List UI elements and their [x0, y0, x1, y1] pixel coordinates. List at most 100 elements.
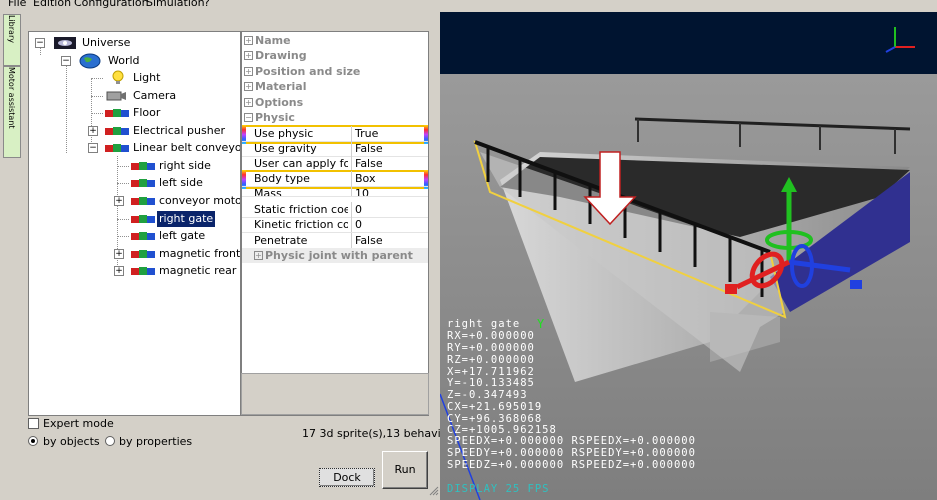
prop-value[interactable]: False [351, 141, 427, 156]
collapse-icon[interactable]: − [35, 38, 45, 48]
hud-line: RY=+0.000000 [447, 342, 535, 354]
prop-mass[interactable]: Mass 10 [242, 186, 428, 197]
prop-value[interactable]: False [351, 156, 427, 171]
tree-item-right-gate[interactable]: right gate [29, 211, 239, 227]
property-description-box [241, 373, 429, 415]
prop-static-friction[interactable]: Static friction coeffic0 [242, 202, 428, 218]
tab-library[interactable]: Library [3, 14, 21, 66]
menu-help[interactable]: ? [204, 0, 210, 9]
prop-value[interactable]: True [351, 126, 427, 141]
object-icon [105, 127, 129, 135]
category-material[interactable]: + Material [242, 79, 428, 94]
object-icon [131, 197, 155, 205]
prop-body-type[interactable]: Body type Box [242, 171, 428, 187]
by-objects-radio[interactable] [28, 436, 38, 446]
tree-item-label: Universe [82, 36, 131, 49]
expand-icon: + [254, 251, 263, 260]
prop-key: Body type [254, 172, 310, 185]
resize-grip-icon[interactable] [428, 485, 439, 496]
collapse-icon[interactable]: − [88, 143, 98, 153]
prop-key: Static friction coeffic [254, 203, 348, 216]
object-icon [131, 215, 155, 223]
tree-item-label: conveyor motor [159, 194, 241, 207]
category-options[interactable]: + Options [242, 95, 428, 110]
tree-item-camera[interactable]: Camera [29, 88, 239, 104]
category-label: Physic [255, 111, 295, 124]
tree-item-label: Linear belt conveyor 1m [133, 141, 241, 154]
expert-mode-checkbox[interactable] [28, 418, 39, 429]
menu-configuration[interactable]: Configuration [74, 0, 149, 9]
object-icon [131, 179, 155, 187]
prop-key: Penetrate [254, 234, 308, 247]
hud-line: SPEEDY=+0.000000 RSPEEDY=+0.000000 [447, 447, 696, 459]
run-button[interactable]: Run [382, 451, 428, 489]
prop-value[interactable]: 0 [351, 202, 427, 217]
tree-item-floor[interactable]: Floor [29, 105, 239, 121]
object-icon [105, 144, 129, 152]
tree-item-electrical-pusher[interactable]: + Electrical pusher [29, 123, 239, 139]
category-name[interactable]: + Name [242, 33, 428, 48]
category-physic[interactable]: − Physic [242, 110, 428, 125]
tab-motor-assistant[interactable]: Motor assistant [3, 66, 21, 158]
prop-value[interactable]: Box [351, 171, 427, 186]
expand-icon[interactable]: + [88, 126, 98, 136]
collapse-icon: − [244, 113, 253, 122]
tree-item-world[interactable]: − World [29, 53, 239, 69]
category-label: Material [255, 80, 307, 93]
collapse-icon[interactable]: − [61, 56, 71, 66]
expand-icon[interactable]: + [114, 196, 124, 206]
tree-item-magnetic-front[interactable]: + magnetic front [29, 246, 241, 262]
hud-line: CX=+21.695019 [447, 401, 543, 413]
tab-motor-assistant-label: Motor assistant [7, 67, 16, 129]
menu-edition[interactable]: Edition [33, 0, 71, 9]
tree-item-universe[interactable]: − Universe [29, 35, 239, 51]
prop-value[interactable]: 10 [351, 186, 427, 196]
prop-use-gravity[interactable]: Use gravity False [242, 141, 428, 157]
prop-key: User can apply force [254, 157, 348, 170]
tree-item-label: Electrical pusher [133, 124, 226, 137]
category-physic-joint[interactable]: + Physic joint with parent [242, 248, 428, 263]
prop-value[interactable]: 0 [351, 217, 427, 232]
prop-value[interactable]: False [351, 233, 427, 248]
tree-item-label: Floor [133, 106, 161, 119]
tree-item-left-gate[interactable]: left gate [29, 228, 239, 244]
prop-use-physic[interactable]: Use physic True [242, 126, 428, 142]
globe-icon [79, 53, 101, 69]
tab-library-label: Library [7, 15, 16, 43]
menu-simulation[interactable]: Simulation [146, 0, 205, 9]
object-icon [131, 162, 155, 170]
prop-key: Kinetic friction coeffic [254, 218, 348, 231]
object-icon [131, 250, 155, 258]
tree-item-label: magnetic rear [159, 264, 237, 277]
tree-item-label: magnetic front [159, 247, 241, 260]
category-label: Physic joint with parent [265, 249, 413, 262]
dock-button[interactable]: Dock [319, 468, 375, 487]
category-label: Position and size [255, 65, 361, 78]
tree-item-right-side[interactable]: right side [29, 158, 239, 174]
expand-icon[interactable]: + [114, 249, 124, 259]
hud-line: RZ=+0.000000 [447, 354, 535, 366]
tree-item-light[interactable]: Light [29, 70, 239, 86]
expand-icon[interactable]: + [114, 266, 124, 276]
category-drawing[interactable]: + Drawing [242, 48, 428, 63]
tree-item-label: World [108, 54, 140, 67]
tree-item-left-side[interactable]: left side [29, 175, 239, 191]
tree-item-linear-belt-conveyor[interactable]: − Linear belt conveyor 1m [29, 140, 241, 156]
scene-tree: − Universe − World Light Camera Floor + … [28, 31, 241, 416]
prop-kinetic-friction[interactable]: Kinetic friction coeffic0 [242, 217, 428, 233]
hud-line: Y=-10.133485 [447, 377, 535, 389]
prop-penetrate[interactable]: Penetrate False [242, 233, 428, 249]
menu-file[interactable]: File [8, 0, 26, 9]
light-bulb-icon [112, 70, 124, 84]
hud-line: SPEEDX=+0.000000 RSPEEDX=+0.000000 [447, 435, 696, 447]
tree-item-label: Camera [133, 89, 177, 102]
tree-item-conveyor-motor[interactable]: + conveyor motor [29, 193, 241, 209]
fps-display: DISPLAY 25 FPS [447, 483, 550, 495]
menu-bar: File Edition Configuration Simulation ? [0, 0, 937, 12]
side-tabs: Library Motor assistant [3, 14, 21, 160]
by-properties-radio[interactable] [105, 436, 115, 446]
tree-item-magnetic-rear[interactable]: + magnetic rear [29, 263, 239, 279]
category-position-and-size[interactable]: + Position and size [242, 64, 428, 79]
object-icon [131, 267, 155, 275]
tree-item-label: right side [159, 159, 211, 172]
